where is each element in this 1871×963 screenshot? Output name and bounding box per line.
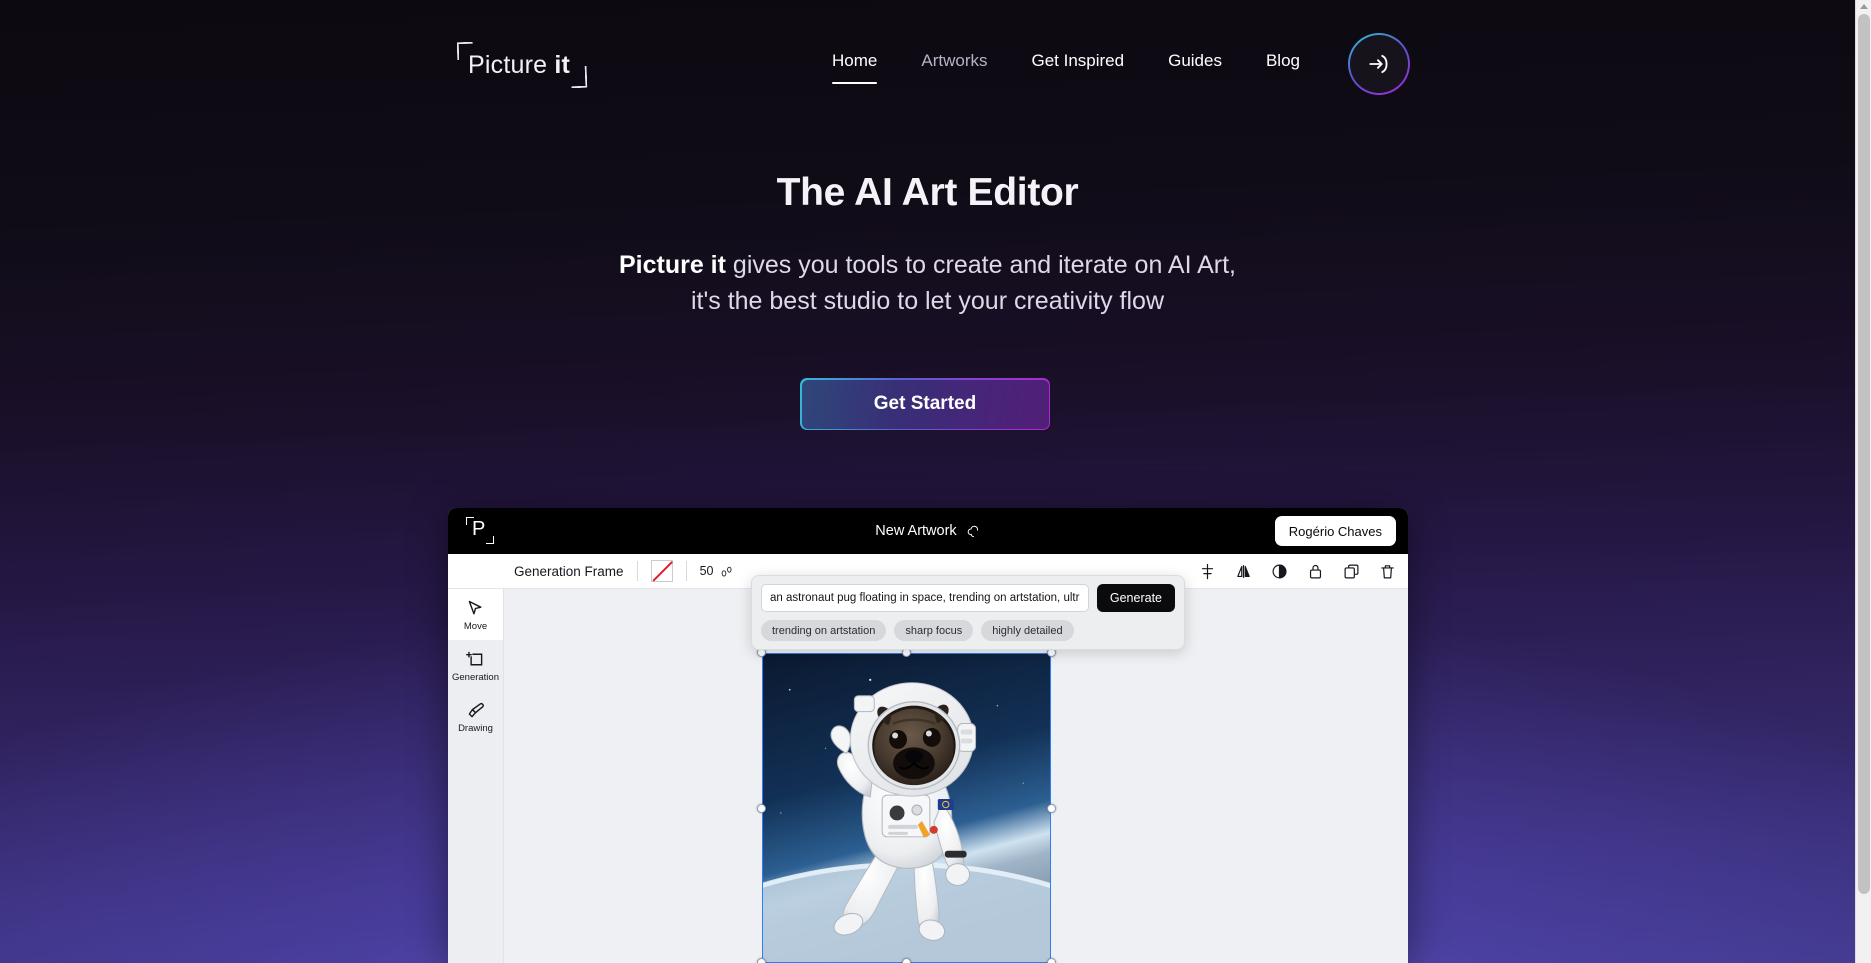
suggestion-chip[interactable]: highly detailed [981, 620, 1074, 641]
sidebar-tool-drawing[interactable]: Drawing [448, 691, 503, 742]
duplicate-icon[interactable] [1343, 563, 1360, 580]
top-navigation: Picture it Home Artworks Get Inspired Gu… [0, 0, 1855, 128]
tool-sidebar: Move Generation Drawing [448, 589, 504, 963]
color-swatch-button[interactable] [650, 560, 673, 582]
prompt-suggestions: trending on artstation sharp focus highl… [761, 620, 1175, 641]
sidebar-tool-drawing-label: Drawing [458, 722, 493, 734]
toolbar-actions [1199, 554, 1396, 589]
prompt-row: Generate [761, 584, 1175, 612]
toolbar-divider [636, 561, 638, 581]
flip-horizontal-icon[interactable] [1235, 563, 1252, 580]
scrollbar-thumb[interactable] [1858, 14, 1870, 894]
hero-subtitle-line2: it's the best studio to let your creativ… [690, 287, 1165, 316]
scroll-up-arrow-icon[interactable] [1860, 4, 1868, 9]
align-center-icon[interactable] [1199, 563, 1216, 580]
nav-item-guides[interactable]: Guides [1146, 48, 1244, 74]
browser-scrollbar[interactable] [1855, 0, 1871, 963]
nav-links: Home Artworks Get Inspired Guides Blog [810, 48, 1322, 84]
hero-subtitle-rest: gives you tools to create and iterate on… [725, 250, 1236, 279]
get-started-button[interactable]: Get Started [800, 378, 1050, 430]
footsteps-icon [722, 566, 732, 576]
user-name: Rogério Chaves [1288, 523, 1382, 539]
cloud-sync-icon [967, 525, 978, 537]
logo-bracket-bottom-right-icon [570, 65, 588, 89]
artwork-title-area: New Artwork [448, 508, 1408, 554]
sidebar-tool-move[interactable]: Move [448, 589, 503, 640]
resize-handle-middle-left[interactable] [757, 804, 766, 813]
steps-control[interactable]: 50 [700, 564, 735, 579]
nav-item-blog[interactable]: Blog [1244, 48, 1322, 74]
resize-handle-middle-right[interactable] [1047, 804, 1056, 813]
suggestion-chip[interactable]: sharp focus [894, 620, 974, 641]
sidebar-tool-generation[interactable]: Generation [448, 640, 503, 691]
sidebar-tool-move-label: Move [463, 620, 488, 632]
astronaut-pug-illustration [763, 654, 1050, 962]
resize-handle-bottom-right[interactable] [1047, 958, 1056, 963]
toolbar-frame-label: Generation Frame [514, 563, 624, 579]
nav-item-get-inspired[interactable]: Get Inspired [1009, 48, 1146, 74]
cursor-arrow-icon [468, 600, 482, 614]
artwork-image [763, 654, 1050, 962]
get-started-label: Get Started [801, 379, 1049, 429]
resize-handle-bottom-center[interactable] [902, 958, 911, 963]
trash-icon[interactable] [1379, 563, 1396, 580]
landing-page: Picture it Home Artworks Get Inspired Gu… [0, 0, 1855, 963]
prompt-popup: Generate trending on artstation sharp fo… [751, 575, 1185, 650]
paint-brush-icon [468, 702, 484, 717]
contrast-icon[interactable] [1271, 563, 1288, 580]
toolbar-divider [685, 561, 687, 581]
hero-section: The AI Art Editor Picture it gives you t… [0, 170, 1855, 319]
prompt-input[interactable] [761, 584, 1089, 612]
suggestion-chip[interactable]: trending on artstation [761, 620, 887, 641]
lock-icon[interactable] [1307, 563, 1324, 580]
brand-logo[interactable]: Picture it [455, 40, 590, 92]
add-frame-icon [466, 651, 483, 665]
nav-item-artworks[interactable]: Artworks [899, 48, 1009, 74]
page-title: The AI Art Editor [776, 171, 1079, 214]
nav-item-home[interactable]: Home [810, 48, 899, 84]
artwork-title[interactable]: New Artwork [875, 523, 956, 539]
app-header: P New Artwork Rogério Chaves [448, 508, 1408, 554]
hero-subtitle-brand: Picture it [618, 250, 726, 279]
resize-handle-bottom-left[interactable] [757, 958, 766, 963]
logo-text: Picture it [468, 51, 571, 79]
user-account-button[interactable]: Rogério Chaves [1274, 516, 1396, 546]
login-button[interactable] [1348, 33, 1410, 95]
generate-button[interactable]: Generate [1096, 584, 1175, 612]
hero-subtitle: Picture it gives you tools to create and… [0, 247, 1855, 320]
selected-frame[interactable] [762, 653, 1051, 963]
sidebar-tool-generation-label: Generation [451, 671, 499, 683]
login-arrow-icon [1369, 54, 1388, 74]
steps-value: 50 [699, 564, 714, 578]
